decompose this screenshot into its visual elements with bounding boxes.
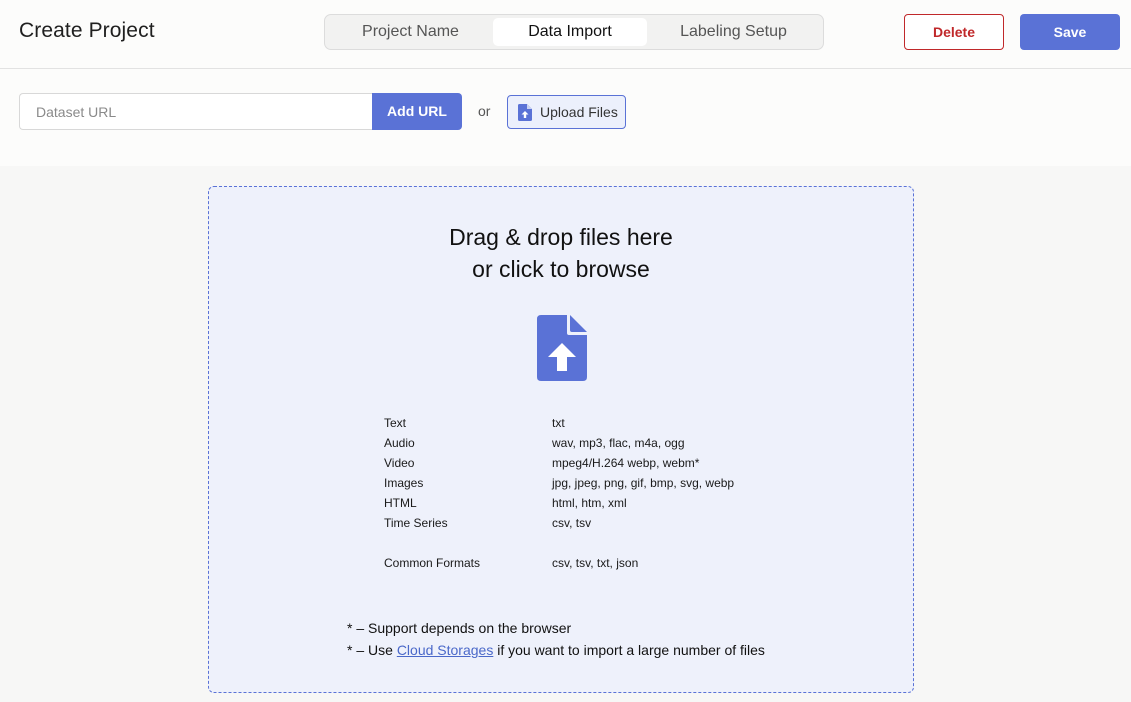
cloud-storage-note: * – Use Cloud Storages if you want to im… bbox=[347, 639, 765, 661]
format-extensions: csv, tsv, txt, json bbox=[552, 556, 639, 570]
page-title: Create Project bbox=[19, 19, 155, 42]
dropzone-title: Drag & drop files here or click to brows… bbox=[209, 221, 913, 285]
dropzone-notes: * – Support depends on the browser * – U… bbox=[347, 617, 765, 661]
upload-files-label: Upload Files bbox=[540, 104, 618, 120]
format-row: Audio wav, mp3, flac, m4a, ogg bbox=[384, 433, 784, 453]
dataset-url-input[interactable] bbox=[19, 93, 373, 130]
format-type: Video bbox=[384, 456, 415, 470]
delete-button[interactable]: Delete bbox=[904, 14, 1004, 50]
file-upload-icon bbox=[518, 103, 532, 121]
dropzone-title-line1: Drag & drop files here bbox=[449, 224, 673, 250]
import-bar: Add URL or Upload Files bbox=[0, 70, 1131, 154]
format-row: Time Series csv, tsv bbox=[384, 513, 784, 533]
format-extensions: csv, tsv bbox=[552, 516, 592, 530]
add-url-button[interactable]: Add URL bbox=[372, 93, 462, 130]
supported-formats-table: Text txt Audio wav, mp3, flac, m4a, ogg … bbox=[384, 413, 784, 573]
step-tabs: Project Name Data Import Labeling Setup bbox=[324, 14, 824, 50]
header: Create Project Project Name Data Import … bbox=[0, 0, 1131, 69]
note-suffix: if you want to import a large number of … bbox=[493, 642, 765, 658]
note-prefix: * – Use bbox=[347, 642, 397, 658]
format-extensions: wav, mp3, flac, m4a, ogg bbox=[552, 436, 685, 450]
dropzone-title-line2: or click to browse bbox=[472, 256, 650, 282]
format-extensions: txt bbox=[552, 416, 565, 430]
tab-labeling-setup[interactable]: Labeling Setup bbox=[647, 18, 820, 46]
dropzone[interactable]: Drag & drop files here or click to brows… bbox=[208, 186, 914, 693]
format-row: HTML html, htm, xml bbox=[384, 493, 784, 513]
format-extensions: mpeg4/H.264 webp, webm* bbox=[552, 456, 700, 470]
format-row: Images jpg, jpeg, png, gif, bmp, svg, we… bbox=[384, 473, 784, 493]
tab-project-name[interactable]: Project Name bbox=[328, 18, 493, 46]
file-upload-icon bbox=[537, 315, 587, 381]
format-row: Video mpeg4/H.264 webp, webm* bbox=[384, 453, 784, 473]
format-type: HTML bbox=[384, 496, 417, 510]
format-row: Text txt bbox=[384, 413, 784, 433]
format-type: Time Series bbox=[384, 516, 448, 530]
upload-files-button[interactable]: Upload Files bbox=[507, 95, 626, 129]
browser-support-note: * – Support depends on the browser bbox=[347, 620, 572, 636]
or-separator: or bbox=[478, 103, 491, 119]
tab-data-import[interactable]: Data Import bbox=[493, 18, 647, 46]
format-type: Text bbox=[384, 416, 407, 430]
format-extensions: html, htm, xml bbox=[552, 496, 627, 510]
save-button[interactable]: Save bbox=[1020, 14, 1120, 50]
format-type: Audio bbox=[384, 436, 415, 450]
format-type: Common Formats bbox=[384, 556, 481, 570]
cloud-storages-link[interactable]: Cloud Storages bbox=[397, 642, 494, 658]
format-extensions: jpg, jpeg, png, gif, bmp, svg, webp bbox=[552, 476, 735, 490]
format-row: Common Formats csv, tsv, txt, json bbox=[384, 553, 784, 573]
format-type: Images bbox=[384, 476, 424, 490]
